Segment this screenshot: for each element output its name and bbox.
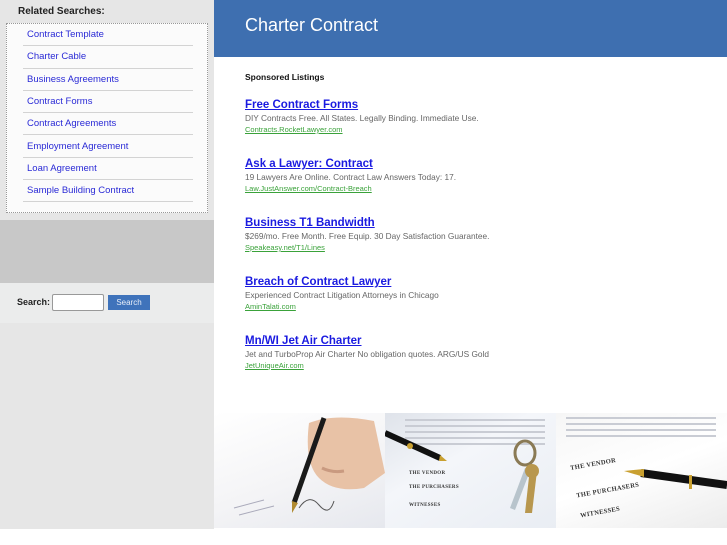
listing-url-link[interactable]: Speakeasy.net/T1/Lines: [245, 242, 715, 253]
related-searches-box: Contract Template Charter Cable Business…: [6, 23, 208, 213]
sponsored-listing: Business T1 Bandwidth $269/mo. Free Mont…: [245, 216, 715, 253]
listing-url-link[interactable]: Contracts.RocketLawyer.com: [245, 124, 715, 135]
sponsored-listings-heading: Sponsored Listings: [245, 72, 325, 82]
header-banner: Charter Contract: [214, 0, 727, 57]
listing-title-link[interactable]: Free Contract Forms: [245, 98, 715, 112]
related-search-link[interactable]: Contract Agreements: [27, 118, 116, 129]
page-title: Charter Contract: [245, 15, 379, 35]
listing-url-link[interactable]: Law.JustAnswer.com/Contract-Breach: [245, 183, 715, 194]
listing-title-link[interactable]: Mn/WI Jet Air Charter: [245, 334, 715, 348]
related-search-link[interactable]: Employment Agreement: [27, 141, 128, 152]
listing-title-link[interactable]: Business T1 Bandwidth: [245, 216, 715, 230]
related-search-link[interactable]: Charter Cable: [27, 51, 86, 62]
related-search-link[interactable]: Loan Agreement: [27, 163, 97, 174]
fountain-pen-illustration: [624, 469, 727, 489]
related-search-link[interactable]: Sample Building Contract: [27, 185, 134, 196]
search-button[interactable]: Search: [108, 295, 150, 310]
contract-pen-photo: THE VENDOR THE PURCHASERS WITNESSES: [556, 413, 727, 528]
listing-url-link[interactable]: AminTalati.com: [245, 301, 715, 312]
related-search-link[interactable]: Contract Forms: [27, 96, 92, 107]
related-search-item: Sample Building Contract: [23, 180, 193, 203]
search-label: Search:: [17, 297, 51, 307]
listing-description: Experienced Contract Litigation Attorney…: [245, 290, 439, 300]
listing-url-link[interactable]: JetUniqueAir.com: [245, 360, 715, 371]
sidebar: Related Searches: Contract Template Char…: [0, 0, 214, 529]
related-search-item: Business Agreements: [23, 69, 193, 91]
footer: [0, 529, 727, 545]
sidebar-spacer-band: [0, 220, 214, 283]
related-search-item: Contract Agreements: [23, 113, 193, 136]
vendor-label: THE VENDOR: [409, 471, 446, 476]
related-search-item: Loan Agreement: [23, 158, 193, 181]
sponsored-listing: Breach of Contract Lawyer Experienced Co…: [245, 275, 715, 312]
contract-keys-photo: THE VENDOR THE PURCHASERS WITNESSES: [385, 413, 556, 528]
contract-photo-strip: THE VENDOR THE PURCHASERS WITNESSES THE …: [214, 413, 727, 528]
search-form: Search: Search: [0, 283, 214, 323]
related-searches-title: Related Searches:: [18, 6, 105, 17]
listing-description: $269/mo. Free Month. Free Equip. 30 Day …: [245, 231, 490, 241]
sponsored-listing: Mn/WI Jet Air Charter Jet and TurboProp …: [245, 334, 715, 371]
purchasers-label: THE PURCHASERS: [409, 485, 459, 490]
related-searches-list: Contract Template Charter Cable Business…: [23, 24, 193, 203]
related-search-link[interactable]: Contract Template: [27, 29, 104, 40]
hand-with-pen-illustration: [233, 417, 385, 516]
listing-title-link[interactable]: Breach of Contract Lawyer: [245, 275, 715, 289]
sponsored-listing: Ask a Lawyer: Contract 19 Lawyers Are On…: [245, 157, 715, 194]
listing-description: Jet and TurboProp Air Charter No obligat…: [245, 349, 489, 359]
related-search-item: Contract Template: [23, 24, 193, 47]
related-search-link[interactable]: Business Agreements: [27, 74, 119, 85]
sponsored-listing: Free Contract Forms DIY Contracts Free. …: [245, 98, 715, 135]
search-input[interactable]: [52, 294, 104, 311]
page: Related Searches: Contract Template Char…: [0, 0, 727, 545]
listing-title-link[interactable]: Ask a Lawyer: Contract: [245, 157, 715, 171]
signing-hand-photo: [214, 413, 385, 528]
listing-description: 19 Lawyers Are Online. Contract Law Answ…: [245, 172, 457, 182]
related-search-item: Contract Forms: [23, 91, 193, 114]
related-search-item: Charter Cable: [23, 46, 193, 69]
related-search-item: Employment Agreement: [23, 135, 193, 158]
witnesses-label: WITNESSES: [409, 503, 441, 508]
listing-description: DIY Contracts Free. All States. Legally …: [245, 113, 479, 123]
